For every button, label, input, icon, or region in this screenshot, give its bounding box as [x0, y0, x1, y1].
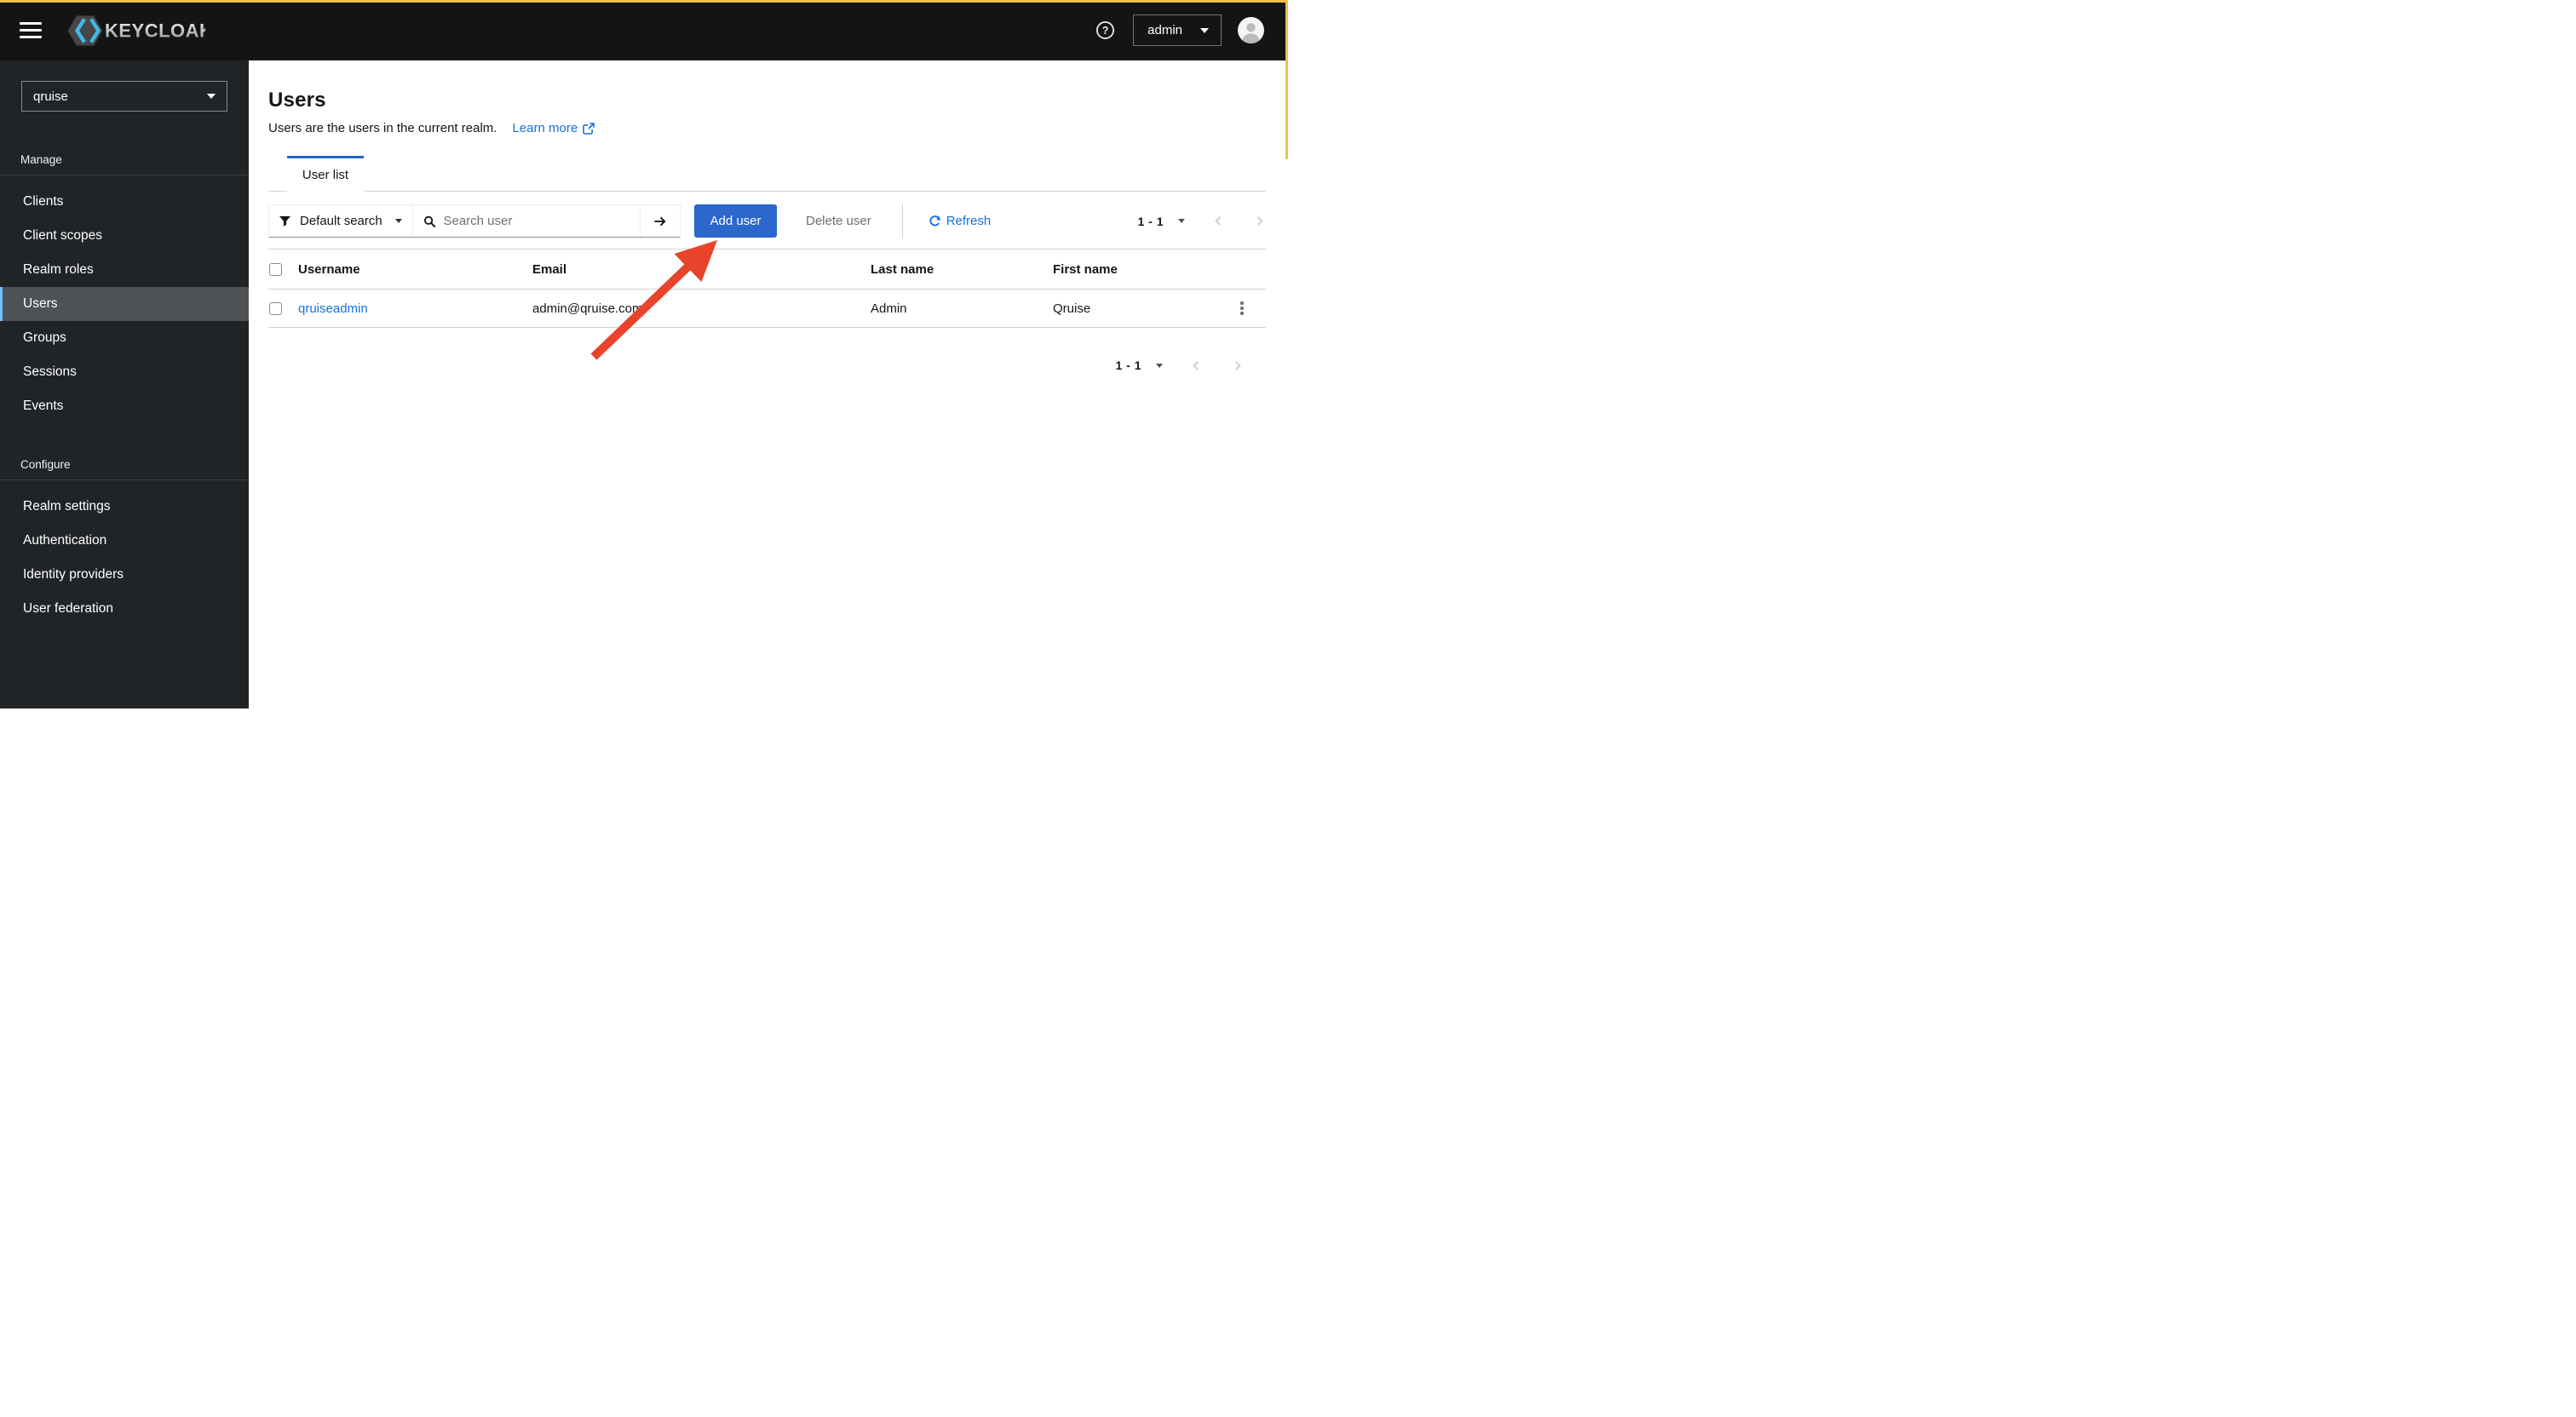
select-all-checkbox[interactable] — [269, 262, 282, 276]
sidebar-item-identity-providers[interactable]: Identity providers — [0, 558, 249, 592]
row-actions-kebab-icon[interactable] — [1235, 298, 1248, 318]
refresh-icon — [929, 215, 940, 227]
sidebar-section-manage: Manage Clients Client scopes Realm roles… — [0, 153, 249, 423]
pagination-options-caret-icon[interactable] — [1156, 363, 1163, 368]
search-submit-button[interactable] — [640, 205, 680, 237]
search-input[interactable] — [443, 214, 631, 228]
user-dropdown-label: admin — [1147, 23, 1182, 37]
keycloak-admin-console: KEYCLOAK ? admin qruise Manage Clients C… — [0, 0, 1288, 708]
masthead: KEYCLOAK ? admin — [0, 0, 1288, 60]
divider — [0, 479, 249, 480]
screenshare-border-top — [0, 0, 1288, 3]
chevron-down-icon — [207, 94, 216, 99]
tab-user-list[interactable]: User list — [287, 156, 364, 192]
pagination-bottom: 1 - 1 — [1115, 359, 1244, 372]
search-type-label: Default search — [300, 214, 382, 228]
section-label-configure: Configure — [20, 458, 71, 471]
avatar[interactable] — [1238, 17, 1264, 43]
nav-toggle-hamburger-icon[interactable] — [20, 21, 42, 39]
column-header-last-name: Last name — [871, 261, 934, 277]
search-group: Default search — [268, 204, 681, 238]
next-page-icon[interactable] — [1253, 215, 1266, 227]
column-header-email: Email — [532, 261, 567, 277]
last-name-cell: Admin — [871, 301, 907, 316]
add-user-button[interactable]: Add user — [694, 204, 777, 238]
learn-more-link[interactable]: Learn more — [512, 121, 595, 135]
search-type-dropdown[interactable]: Default search — [269, 205, 413, 237]
sidebar-item-client-scopes[interactable]: Client scopes — [0, 219, 249, 253]
page-subtitle: Users are the users in the current realm… — [268, 121, 497, 135]
keycloak-logo: KEYCLOAK — [67, 13, 205, 49]
pagination-options-caret-icon[interactable] — [1178, 219, 1185, 223]
sidebar-item-events[interactable]: Events — [0, 389, 249, 423]
search-field — [413, 205, 640, 237]
realm-selector[interactable]: qruise — [21, 81, 227, 112]
sidebar: qruise Manage Clients Client scopes Real… — [0, 60, 249, 708]
sidebar-item-realm-settings[interactable]: Realm settings — [0, 490, 249, 524]
column-header-username: Username — [298, 261, 360, 277]
chevron-down-icon — [1200, 27, 1209, 33]
sidebar-item-users[interactable]: Users — [0, 287, 249, 321]
username-link[interactable]: qruiseadmin — [298, 301, 532, 316]
table-header-row: Username Email Last name First name — [268, 249, 1266, 290]
pagination-top: 1 - 1 — [1137, 215, 1266, 228]
tab-strip: User list — [268, 156, 1266, 192]
pagination-range: 1 - 1 — [1115, 359, 1141, 372]
section-label-manage: Manage — [20, 153, 62, 166]
sidebar-item-sessions[interactable]: Sessions — [0, 355, 249, 389]
refresh-button[interactable]: Refresh — [929, 214, 991, 228]
page-title: Users — [268, 89, 326, 112]
row-checkbox[interactable] — [269, 301, 282, 315]
svg-text:?: ? — [1102, 25, 1109, 37]
arrow-right-icon — [653, 216, 666, 226]
external-link-icon — [583, 122, 595, 135]
sidebar-item-groups[interactable]: Groups — [0, 321, 249, 355]
previous-page-icon[interactable] — [1190, 359, 1203, 372]
table-row: qruiseadmin admin@qruise.com Admin Qruis… — [268, 290, 1266, 328]
previous-page-icon[interactable] — [1212, 215, 1225, 227]
pagination-range: 1 - 1 — [1137, 214, 1164, 228]
sidebar-item-authentication[interactable]: Authentication — [0, 524, 249, 558]
realm-selector-value: qruise — [33, 89, 68, 104]
chevron-down-icon — [395, 219, 402, 223]
product-name-text: KEYCLOAK — [105, 20, 205, 41]
next-page-icon[interactable] — [1231, 359, 1244, 372]
delete-user-button[interactable]: Delete user — [806, 214, 871, 228]
sidebar-item-user-federation[interactable]: User federation — [0, 592, 249, 626]
user-dropdown[interactable]: admin — [1133, 14, 1222, 46]
column-header-first-name: First name — [1053, 261, 1118, 277]
help-icon[interactable]: ? — [1095, 20, 1115, 40]
sidebar-item-clients[interactable]: Clients — [0, 185, 249, 219]
filter-icon — [279, 215, 291, 227]
toolbar: Default search Search user Add user Dele… — [268, 204, 1266, 238]
search-icon — [423, 215, 436, 227]
first-name-cell: Qruise — [1053, 301, 1091, 316]
divider — [901, 204, 903, 238]
main-content: Users Users are the users in the current… — [249, 60, 1288, 708]
sidebar-section-configure: Configure Realm settings Authentication … — [0, 458, 249, 626]
email-cell: admin@qruise.com — [532, 301, 643, 316]
masthead-right: ? admin — [1095, 14, 1288, 46]
users-table: Username Email Last name First name qrui… — [268, 249, 1266, 328]
sidebar-item-realm-roles[interactable]: Realm roles — [0, 253, 249, 287]
screenshare-border-right — [1285, 0, 1288, 159]
